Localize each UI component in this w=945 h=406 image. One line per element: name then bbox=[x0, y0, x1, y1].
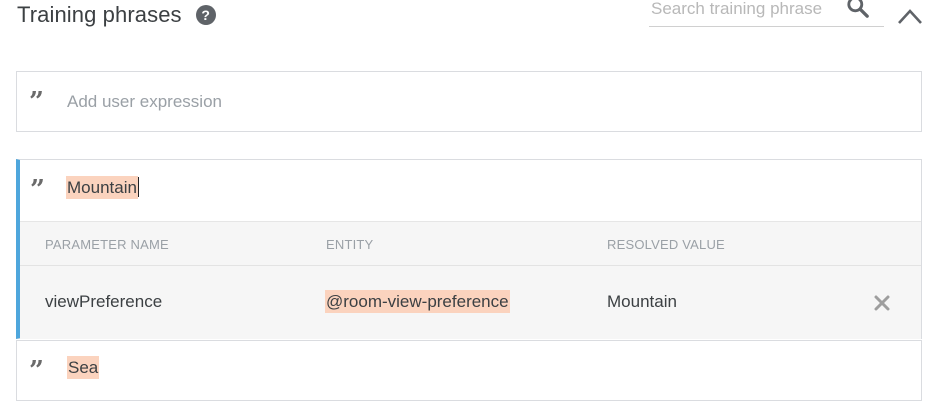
parameter-table: PARAMETER NAME ENTITY RESOLVED VALUE vie… bbox=[20, 221, 921, 339]
help-circle-icon[interactable]: ? bbox=[195, 5, 216, 25]
entity-cell[interactable]: @room-view-preference bbox=[325, 290, 510, 313]
training-phrase-item[interactable]: ” Sea bbox=[16, 340, 922, 401]
section-title: Training phrases ? bbox=[17, 2, 216, 28]
annotated-span[interactable]: Sea bbox=[67, 356, 100, 379]
phrase-text[interactable]: Mountain bbox=[66, 176, 139, 199]
column-header-resolved-value: RESOLVED VALUE bbox=[607, 237, 725, 252]
search-icon[interactable] bbox=[845, 0, 871, 20]
column-header-entity: ENTITY bbox=[326, 237, 374, 252]
search-input[interactable] bbox=[651, 0, 841, 22]
quote-icon: ” bbox=[29, 356, 44, 386]
add-expression-row: ” bbox=[16, 71, 922, 132]
quote-icon: ” bbox=[29, 87, 44, 117]
text-cursor bbox=[137, 177, 139, 197]
close-icon[interactable] bbox=[873, 294, 891, 312]
parameter-name-cell[interactable]: viewPreference bbox=[45, 292, 162, 312]
search-field bbox=[649, 0, 884, 27]
quote-icon: ” bbox=[30, 175, 45, 205]
phrase-row[interactable]: ” Mountain bbox=[20, 160, 921, 221]
column-header-parameter-name: PARAMETER NAME bbox=[45, 237, 169, 252]
annotated-span[interactable]: Mountain bbox=[66, 176, 138, 199]
chevron-up-icon[interactable] bbox=[896, 6, 924, 26]
training-phrases-panel: Training phrases ? ” ” Mountain PARAMETE… bbox=[0, 0, 945, 406]
resolved-value-cell[interactable]: Mountain bbox=[607, 292, 677, 312]
training-phrase-item-selected[interactable]: ” Mountain PARAMETER NAME ENTITY RESOLVE… bbox=[16, 159, 922, 339]
table-row: viewPreference @room-view-preference Mou… bbox=[20, 267, 921, 340]
add-expression-input[interactable] bbox=[67, 89, 667, 115]
parameter-table-header: PARAMETER NAME ENTITY RESOLVED VALUE bbox=[20, 222, 921, 266]
section-title-text: Training phrases bbox=[17, 2, 182, 27]
